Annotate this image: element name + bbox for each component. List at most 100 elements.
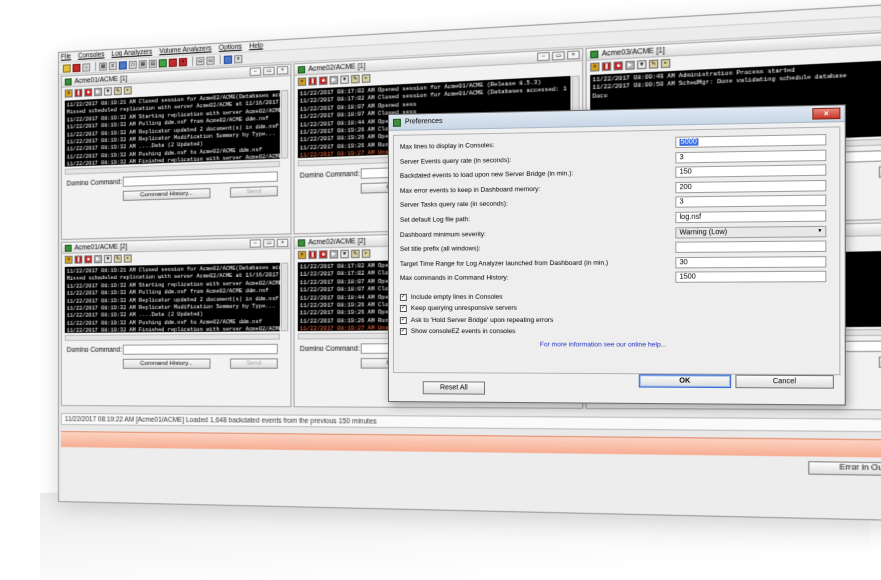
close-icon[interactable]: ×: [234, 54, 243, 63]
domino-command-input[interactable]: [122, 171, 278, 187]
preference-input[interactable]: [675, 240, 827, 254]
clear-icon[interactable]: ×: [64, 88, 73, 98]
play-icon[interactable]: ▶: [329, 75, 339, 85]
cancel-button[interactable]: Cancel: [735, 374, 834, 389]
open-icon[interactable]: [62, 63, 71, 73]
preference-input[interactable]: 30: [675, 255, 827, 269]
list-icon[interactable]: ≡: [108, 61, 117, 70]
minimize-icon[interactable]: –: [249, 67, 262, 77]
menu-help[interactable]: Help: [249, 42, 263, 50]
grid-icon[interactable]: ▦: [99, 61, 107, 71]
send-button[interactable]: Send: [230, 358, 278, 369]
stop-icon[interactable]: [168, 57, 177, 67]
save-icon[interactable]: ▪: [123, 85, 132, 95]
stop-icon[interactable]: ■: [84, 87, 93, 97]
pause-icon[interactable]: ❚: [601, 61, 612, 71]
error-in-output-panel-button[interactable]: Error in Output Panel: [808, 461, 881, 477]
pause-icon[interactable]: ❚: [308, 249, 317, 259]
close-icon[interactable]: ×: [178, 57, 188, 66]
grid-icon[interactable]: ▦: [138, 59, 147, 69]
save-icon[interactable]: ▪: [660, 58, 671, 68]
restore-icon[interactable]: ▭: [263, 238, 275, 248]
home-icon[interactable]: ⌂: [82, 62, 91, 72]
menu-consoles[interactable]: Consoles: [78, 51, 105, 60]
preference-checkbox[interactable]: ✓ Include empty lines in Consoles: [399, 292, 503, 302]
settings-icon[interactable]: ✎: [113, 86, 122, 95]
checkbox-box[interactable]: ✓: [399, 328, 407, 336]
pause-icon[interactable]: ❚: [308, 76, 317, 86]
preference-input[interactable]: 5000: [675, 133, 827, 149]
preference-input[interactable]: log.nsf: [675, 210, 827, 224]
settings-icon[interactable]: ✎: [351, 249, 360, 258]
close-icon[interactable]: ×: [812, 107, 841, 120]
window-icon[interactable]: □: [128, 60, 137, 69]
domino-command-input[interactable]: [122, 343, 278, 355]
preference-checkbox[interactable]: ✓ Keep querying unresponsive servers: [399, 303, 517, 313]
save-icon[interactable]: ▪: [361, 248, 371, 258]
menu-volume-analyzers[interactable]: Volume Analyzers: [159, 45, 211, 55]
play-icon[interactable]: ▶: [329, 249, 339, 259]
stop-icon[interactable]: [72, 63, 81, 72]
clear-icon[interactable]: ×: [64, 255, 73, 264]
minimize-icon[interactable]: –: [537, 51, 550, 62]
clear-icon[interactable]: ×: [297, 76, 307, 86]
send-button[interactable]: Send: [230, 185, 278, 198]
settings-icon[interactable]: ✎: [351, 74, 360, 83]
window-icon[interactable]: ▭: [206, 55, 215, 65]
close-icon[interactable]: ×: [276, 65, 289, 75]
ok-button[interactable]: OK: [638, 374, 732, 389]
close-icon[interactable]: ×: [276, 238, 289, 248]
play-icon[interactable]: ▶: [94, 87, 103, 96]
stop-icon[interactable]: ■: [613, 60, 623, 70]
close-icon[interactable]: ×: [567, 50, 580, 60]
vertical-scrollbar[interactable]: [280, 262, 289, 332]
stop-icon[interactable]: ■: [84, 254, 93, 263]
checkbox-box[interactable]: ✓: [399, 293, 407, 301]
menu-options[interactable]: Options: [219, 43, 242, 52]
chevron-down-icon[interactable]: ▼: [816, 228, 825, 235]
command-history-button[interactable]: Command History...: [122, 358, 211, 369]
horizontal-scrollbar[interactable]: [64, 333, 280, 341]
preference-input[interactable]: 150: [675, 164, 827, 179]
clear-icon[interactable]: ×: [590, 61, 600, 72]
window-icon[interactable]: [118, 60, 127, 70]
filter-icon[interactable]: ▼: [103, 254, 112, 263]
filter-icon[interactable]: ▼: [103, 86, 112, 96]
tile-icon[interactable]: [223, 54, 233, 64]
menu-log-analyzers[interactable]: Log Analyzers: [111, 49, 152, 58]
settings-icon[interactable]: ✎: [648, 58, 659, 69]
preference-checkbox[interactable]: ✓ Show consoleEZ events in consoles: [399, 327, 515, 337]
vertical-scrollbar[interactable]: [280, 89, 289, 159]
filter-icon[interactable]: ▼: [340, 249, 349, 258]
checkbox-box[interactable]: ✓: [399, 316, 407, 324]
command-history-button[interactable]: Command History...: [122, 188, 211, 202]
preference-input[interactable]: 1500: [675, 271, 827, 284]
clear-icon[interactable]: ×: [297, 250, 307, 259]
pause-icon[interactable]: ❚: [74, 254, 83, 264]
online-help-link[interactable]: For more information see our online help…: [540, 341, 667, 348]
restore-icon[interactable]: ▭: [263, 66, 275, 76]
restore-icon[interactable]: ▭: [552, 51, 565, 61]
settings-icon[interactable]: ✎: [113, 254, 122, 263]
menu-file[interactable]: File: [61, 53, 71, 61]
pause-icon[interactable]: ❚: [74, 88, 83, 97]
window-icon[interactable]: ▭: [196, 56, 205, 66]
save-icon[interactable]: ▪: [123, 253, 132, 263]
severity-select[interactable]: Warning (Low) ▼: [675, 225, 827, 239]
preference-input[interactable]: 200: [675, 179, 827, 194]
play-icon[interactable]: ▶: [94, 254, 103, 263]
preference-input[interactable]: 3: [675, 194, 827, 209]
preference-checkbox[interactable]: ✓ Ask to 'Hold Server Bridge' upon repeat…: [399, 315, 553, 325]
refresh-icon[interactable]: [158, 58, 167, 68]
checkbox-box[interactable]: ✓: [399, 304, 407, 312]
filter-icon[interactable]: ▼: [340, 74, 349, 84]
filter-icon[interactable]: ▼: [637, 59, 647, 69]
minimize-icon[interactable]: –: [249, 239, 262, 248]
play-icon[interactable]: ▶: [625, 60, 635, 70]
save-icon[interactable]: ▪: [361, 73, 371, 83]
stop-icon[interactable]: ■: [318, 249, 328, 259]
preference-input[interactable]: 3: [675, 149, 827, 164]
layout-icon[interactable]: ▤: [148, 59, 157, 68]
reset-all-button[interactable]: Reset All: [422, 381, 485, 395]
stop-icon[interactable]: ■: [318, 75, 328, 85]
